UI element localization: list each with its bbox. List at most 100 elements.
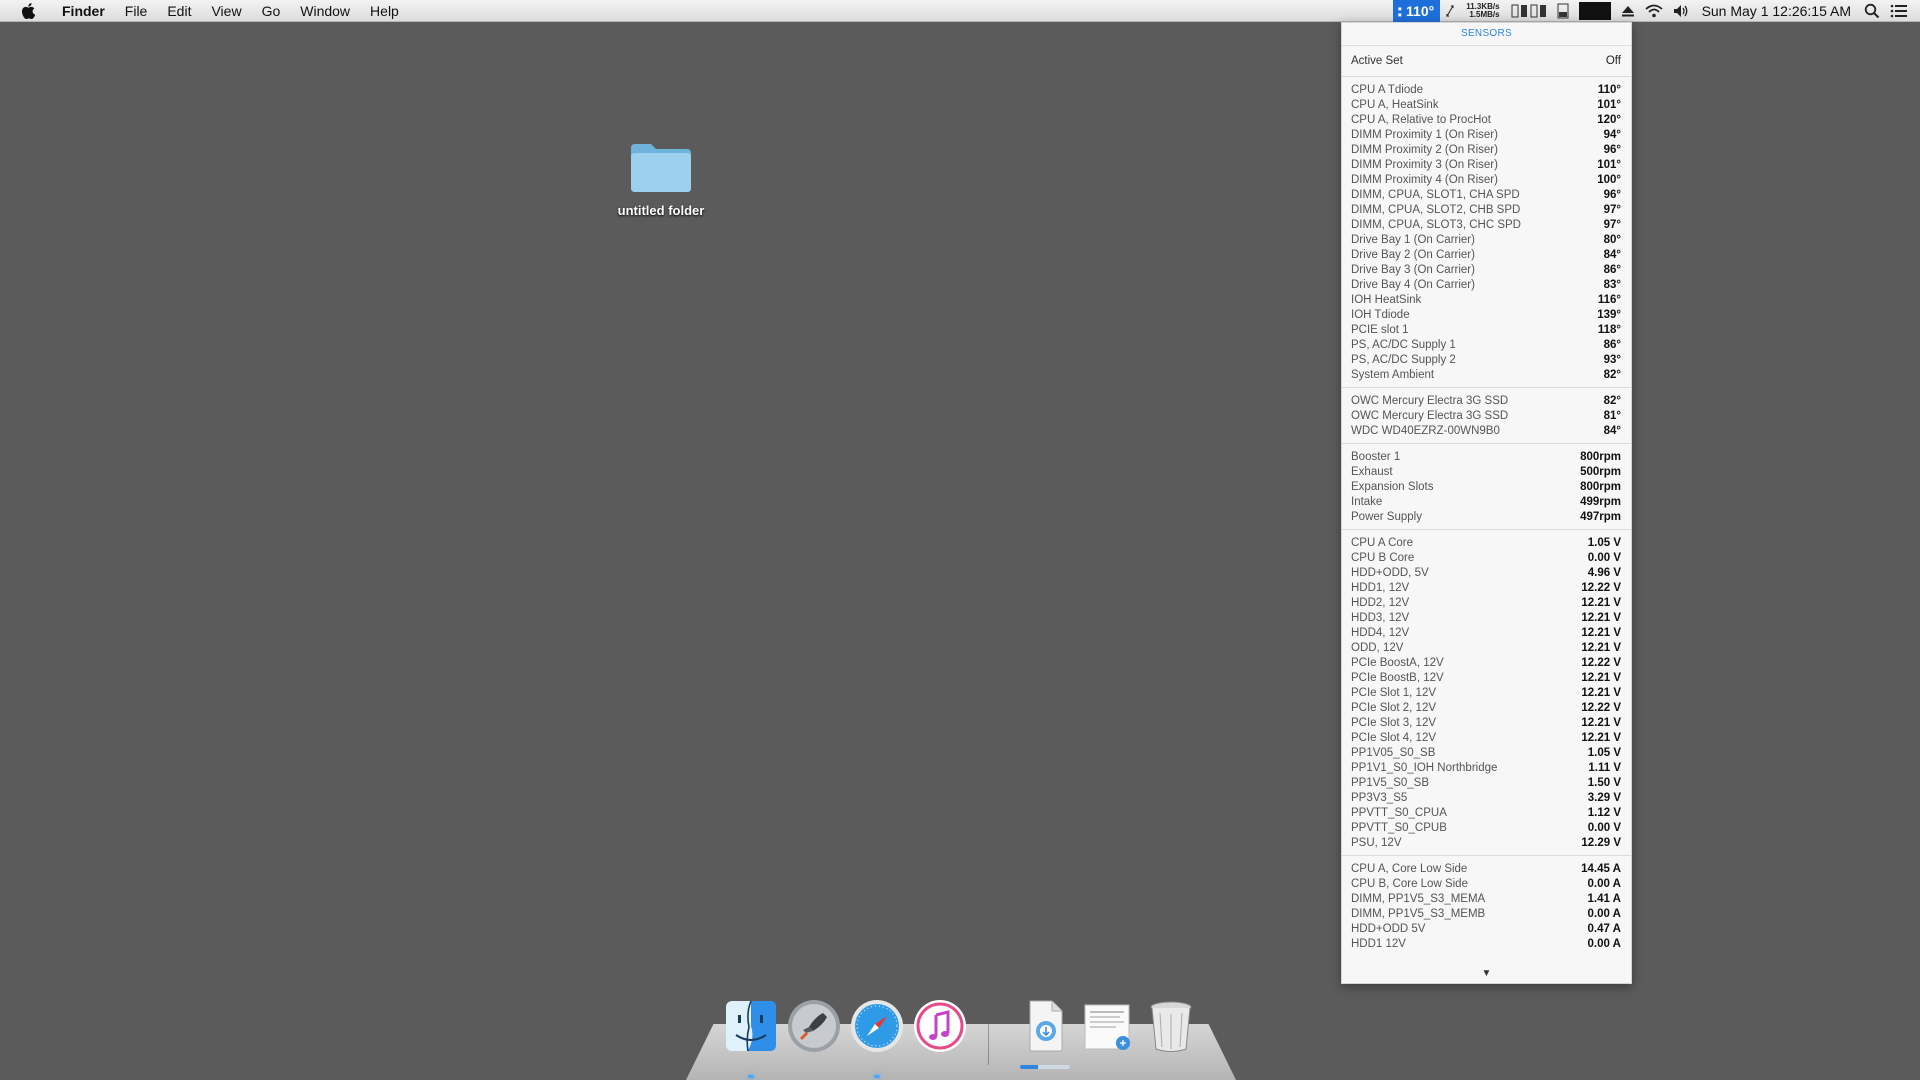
active-set-row[interactable]: Active Set Off <box>1342 46 1631 77</box>
notification-center-icon[interactable] <box>1890 4 1908 18</box>
desktop-folder[interactable]: untitled folder <box>606 142 716 218</box>
sensor-row[interactable]: PCIE slot 1 118° <box>1342 323 1631 338</box>
finder-icon[interactable] <box>722 997 780 1055</box>
sensor-row[interactable]: DIMM Proximity 2 (On Riser) 96° <box>1342 143 1631 158</box>
safari-icon[interactable] <box>848 997 906 1055</box>
sensor-row[interactable]: HDD1, 12V 12.22 V <box>1342 581 1631 596</box>
menu-edit[interactable]: Edit <box>157 0 201 22</box>
sensor-row[interactable]: HDD2, 12V 12.21 V <box>1342 596 1631 611</box>
sensor-row[interactable]: PS, AC/DC Supply 1 86° <box>1342 338 1631 353</box>
sensor-row[interactable]: DIMM, PP1V5_S3_MEMA 1.41 A <box>1342 892 1631 907</box>
sensor-row[interactable]: DIMM Proximity 1 (On Riser) 94° <box>1342 128 1631 143</box>
sensor-row[interactable]: DIMM, PP1V5_S3_MEMB 0.00 A <box>1342 907 1631 922</box>
sensor-row[interactable]: WDC WD40EZRZ-00WN9B0 84° <box>1342 424 1631 439</box>
sensor-row[interactable]: Drive Bay 4 (On Carrier) 83° <box>1342 278 1631 293</box>
sensor-row[interactable]: ODD, 12V 12.21 V <box>1342 641 1631 656</box>
trash-icon[interactable] <box>1142 997 1200 1055</box>
menu-go[interactable]: Go <box>252 0 291 22</box>
sensor-name: DIMM Proximity 2 (On Riser) <box>1351 144 1498 156</box>
sensor-row[interactable]: IOH Tdiode 139° <box>1342 308 1631 323</box>
sensor-row[interactable]: CPU A, Core Low Side 14.45 A <box>1342 862 1631 877</box>
memory-meter-icon[interactable] <box>1557 3 1569 19</box>
sensor-value: 497rpm <box>1580 511 1621 523</box>
sensor-row[interactable]: DIMM Proximity 4 (On Riser) 100° <box>1342 173 1631 188</box>
sensor-row[interactable]: PSU, 12V 12.29 V <box>1342 836 1631 851</box>
sensor-name: CPU B Core <box>1351 552 1415 564</box>
sensor-row[interactable]: Drive Bay 3 (On Carrier) 86° <box>1342 263 1631 278</box>
sensor-value: 86° <box>1603 264 1621 276</box>
disk-meter-icon[interactable] <box>1511 3 1547 19</box>
cpu-graph-icon[interactable] <box>1578 2 1611 20</box>
sensor-row[interactable]: Drive Bay 1 (On Carrier) 80° <box>1342 233 1631 248</box>
sensor-value: 116° <box>1597 294 1621 306</box>
sensor-row[interactable]: PP1V1_S0_IOH Northbridge 1.11 V <box>1342 761 1631 776</box>
sensor-section: CPU A Core 1.05 V CPU B Core 0.00 V HDD+ODD,… <box>1342 530 1631 856</box>
itunes-icon[interactable] <box>911 997 969 1055</box>
sensor-row[interactable]: DIMM, CPUA, SLOT2, CHB SPD 97° <box>1342 203 1631 218</box>
sensor-value: 0.47 A <box>1587 923 1621 935</box>
sensor-row[interactable]: PS, AC/DC Supply 2 93° <box>1342 353 1631 368</box>
sensor-row[interactable]: CPU A, HeatSink 101° <box>1342 98 1631 113</box>
sensor-row[interactable]: PP3V3_S5 3.29 V <box>1342 791 1631 806</box>
sensor-row[interactable]: Booster 1 800rpm <box>1342 450 1631 465</box>
eject-icon[interactable] <box>1621 4 1635 18</box>
sensor-value: 0.00 A <box>1587 908 1621 920</box>
sensor-row[interactable]: PCIe Slot 2, 12V 12.22 V <box>1342 701 1631 716</box>
active-set-label: Active Set <box>1351 55 1403 67</box>
document-stack-icon[interactable] <box>1079 997 1137 1055</box>
menu-help[interactable]: Help <box>360 0 409 22</box>
sensor-row[interactable]: PCIe BoostB, 12V 12.21 V <box>1342 671 1631 686</box>
sensor-row[interactable]: DIMM, CPUA, SLOT1, CHA SPD 96° <box>1342 188 1631 203</box>
sensor-name: CPU B, Core Low Side <box>1351 878 1468 890</box>
sensor-row[interactable]: PCIe Slot 4, 12V 12.21 V <box>1342 731 1631 746</box>
menu-window[interactable]: Window <box>290 0 360 22</box>
sensor-row[interactable]: DIMM, CPUA, SLOT3, CHC SPD 97° <box>1342 218 1631 233</box>
sensor-row[interactable]: HDD+ODD, 5V 4.96 V <box>1342 566 1631 581</box>
sensor-row[interactable]: System Ambient 82° <box>1342 368 1631 383</box>
sensor-row[interactable]: PCIe BoostA, 12V 12.22 V <box>1342 656 1631 671</box>
sensor-value: 93° <box>1603 354 1621 366</box>
sensor-row[interactable]: HDD1 12V 0.00 A <box>1342 937 1631 952</box>
sensor-value: 1.05 V <box>1587 747 1621 759</box>
wifi-icon[interactable] <box>1644 4 1663 18</box>
sensor-row[interactable]: PPVTT_S0_CPUA 1.12 V <box>1342 806 1631 821</box>
sensor-row[interactable]: OWC Mercury Electra 3G SSD 82° <box>1342 394 1631 409</box>
sensor-name: Power Supply <box>1351 511 1422 523</box>
sensor-row[interactable]: Exhaust 500rpm <box>1342 465 1631 480</box>
sensor-name: PP1V1_S0_IOH Northbridge <box>1351 762 1498 774</box>
sensor-row[interactable]: IOH HeatSink 116° <box>1342 293 1631 308</box>
sensor-row[interactable]: CPU A Core 1.05 V <box>1342 536 1631 551</box>
sensor-row[interactable]: Intake 499rpm <box>1342 495 1631 510</box>
sensor-row[interactable]: Expansion Slots 800rpm <box>1342 480 1631 495</box>
sensor-row[interactable]: PPVTT_S0_CPUB 0.00 V <box>1342 821 1631 836</box>
sensor-row[interactable]: HDD3, 12V 12.21 V <box>1342 611 1631 626</box>
sensor-row[interactable]: CPU B, Core Low Side 0.00 A <box>1342 877 1631 892</box>
sensor-row[interactable]: PP1V05_S0_SB 1.05 V <box>1342 746 1631 761</box>
downloads-stack-icon[interactable] <box>1016 997 1074 1055</box>
sensor-row[interactable]: HDD4, 12V 12.21 V <box>1342 626 1631 641</box>
sensor-row[interactable]: DIMM Proximity 3 (On Riser) 101° <box>1342 158 1631 173</box>
sensor-name: PCIe BoostB, 12V <box>1351 672 1444 684</box>
sensor-row[interactable]: Power Supply 497rpm <box>1342 510 1631 525</box>
folder-icon <box>631 144 691 192</box>
volume-icon[interactable] <box>1673 4 1689 18</box>
network-speed[interactable]: 11.3KB/s 1.5MB/s <box>1466 3 1499 19</box>
temperature-menu-extra[interactable]: ■■ 110° <box>1393 0 1441 22</box>
spotlight-search-icon[interactable] <box>1864 3 1880 19</box>
scroll-down-arrow-icon[interactable]: ▼ <box>1342 968 1631 979</box>
menu-file[interactable]: File <box>115 0 158 22</box>
sensor-row[interactable]: HDD+ODD 5V 0.47 A <box>1342 922 1631 937</box>
sensor-row[interactable]: Drive Bay 2 (On Carrier) 84° <box>1342 248 1631 263</box>
sensor-row[interactable]: CPU B Core 0.00 V <box>1342 551 1631 566</box>
sensor-row[interactable]: PP1V5_S0_SB 1.50 V <box>1342 776 1631 791</box>
sensor-row[interactable]: CPU A Tdiode 110° <box>1342 83 1631 98</box>
apple-menu-icon[interactable] <box>18 0 38 22</box>
sensor-row[interactable]: PCIe Slot 3, 12V 12.21 V <box>1342 716 1631 731</box>
sensor-row[interactable]: CPU A, Relative to ProcHot 120° <box>1342 113 1631 128</box>
menu-app-finder[interactable]: Finder <box>52 0 115 22</box>
menu-view[interactable]: View <box>201 0 251 22</box>
launchpad-icon[interactable] <box>785 997 843 1055</box>
sensor-row[interactable]: PCIe Slot 1, 12V 12.21 V <box>1342 686 1631 701</box>
menu-clock[interactable]: Sun May 1 12:26:15 AM <box>1702 3 1851 19</box>
sensor-row[interactable]: OWC Mercury Electra 3G SSD 81° <box>1342 409 1631 424</box>
